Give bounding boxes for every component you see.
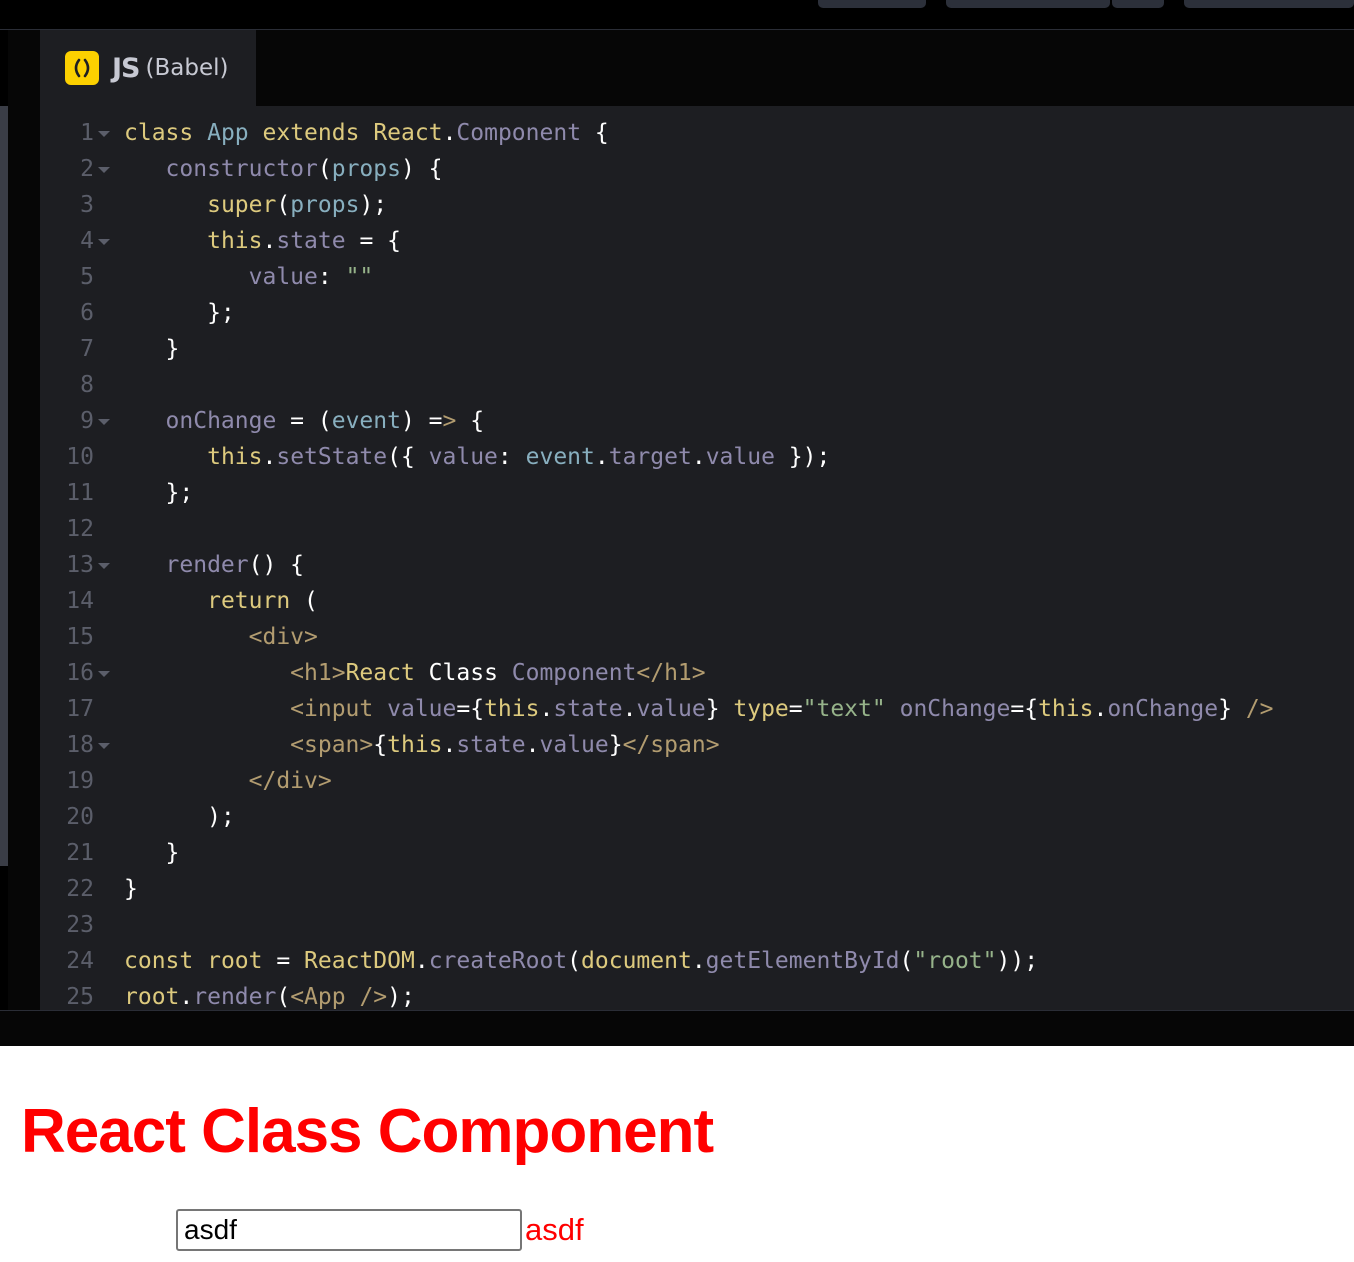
code-line[interactable]: 4 this.state = {	[40, 223, 1354, 259]
code-line[interactable]: 7 }	[40, 331, 1354, 367]
preview-text-input[interactable]	[176, 1209, 522, 1251]
fold-arrow-icon[interactable]	[98, 239, 110, 245]
line-number: 11	[66, 480, 94, 506]
code-line[interactable]: 14 return (	[40, 583, 1354, 619]
toolbar-button[interactable]	[1184, 0, 1354, 8]
code-line[interactable]: 8	[40, 367, 1354, 403]
code-line[interactable]: 3 super(props);	[40, 187, 1354, 223]
code-text: class App extends React.Component {	[124, 120, 609, 146]
line-number: 8	[80, 372, 94, 398]
line-number: 24	[66, 948, 94, 974]
code-text: );	[124, 804, 235, 830]
code-line[interactable]: 13 render() {	[40, 547, 1354, 583]
code-text: this.setState({ value: event.target.valu…	[207, 444, 831, 470]
line-number: 17	[66, 696, 94, 722]
code-line[interactable]: 23	[40, 907, 1354, 943]
fold-arrow-icon[interactable]	[98, 563, 110, 569]
preview-echo-text: asdf	[525, 1212, 584, 1247]
line-number: 13	[66, 552, 94, 578]
line-number: 23	[66, 912, 94, 938]
code-line[interactable]: 10 this.setState({ value: event.target.v…	[40, 439, 1354, 475]
code-text: }	[124, 840, 180, 866]
code-line[interactable]: 18 <span>{this.state.value}</span>	[40, 727, 1354, 763]
top-toolbar	[0, 0, 1354, 30]
code-text: super(props);	[207, 192, 388, 218]
line-number: 16	[66, 660, 94, 686]
tab-label: JS	[112, 52, 140, 84]
code-text: const root = ReactDOM.createRoot(documen…	[124, 948, 1039, 974]
code-line[interactable]: 22}	[40, 871, 1354, 907]
editor-left-margin	[8, 30, 40, 1010]
code-line[interactable]: 1 class App extends React.Component {	[40, 115, 1354, 151]
line-number: 25	[66, 984, 94, 1010]
code-text: root.render(<App />);	[124, 984, 415, 1010]
editor-tab-bar: JS (Babel)	[40, 30, 1354, 106]
left-resize-handle[interactable]	[0, 106, 8, 866]
code-line[interactable]: 25 root.render(<App />);	[40, 979, 1354, 1010]
code-text: };	[124, 300, 235, 326]
code-line[interactable]: 2 constructor(props) {	[40, 151, 1354, 187]
toolbar-button[interactable]	[946, 0, 1110, 8]
code-text: onChange = (event) => {	[165, 408, 485, 434]
line-number: 14	[66, 588, 94, 614]
tab-sublabel: (Babel)	[145, 55, 229, 81]
line-number: 20	[66, 804, 94, 830]
line-number: 15	[66, 624, 94, 650]
line-number: 12	[66, 516, 94, 542]
line-number: 4	[80, 228, 94, 254]
code-line[interactable]: 16 <h1>React Class Component</h1>	[40, 655, 1354, 691]
code-line[interactable]: 12	[40, 511, 1354, 547]
code-text: <div>	[248, 624, 318, 650]
line-number: 6	[80, 300, 94, 326]
line-number: 19	[66, 768, 94, 794]
code-line[interactable]: 11 };	[40, 475, 1354, 511]
line-number: 1	[80, 120, 94, 146]
code-text: constructor(props) {	[165, 156, 443, 182]
editor-bottom-bar	[0, 1010, 1354, 1047]
code-line[interactable]: 15 <div>	[40, 619, 1354, 655]
line-number: 10	[66, 444, 94, 470]
line-number: 22	[66, 876, 94, 902]
preview-heading: React Class Component	[21, 1097, 714, 1166]
code-text: }	[124, 876, 138, 902]
code-line[interactable]: 6 };	[40, 295, 1354, 331]
fold-arrow-icon[interactable]	[98, 167, 110, 173]
toolbar-button[interactable]	[1112, 0, 1164, 8]
code-text: <h1>React Class Component</h1>	[290, 660, 706, 686]
code-line[interactable]: 21 }	[40, 835, 1354, 871]
code-text: </div>	[248, 768, 332, 794]
code-text: <span>{this.state.value}</span>	[290, 732, 720, 758]
line-number: 5	[80, 264, 94, 290]
code-text: value: ""	[248, 264, 374, 290]
tab-js-babel[interactable]: JS (Babel)	[40, 30, 256, 106]
line-number: 7	[80, 336, 94, 362]
code-line[interactable]: 5 value: ""	[40, 259, 1354, 295]
code-line[interactable]: 9 onChange = (event) => {	[40, 403, 1354, 439]
line-number: 21	[66, 840, 94, 866]
preview-pane: React Class Component asdf	[0, 1046, 1354, 1262]
code-line[interactable]: 19 </div>	[40, 763, 1354, 799]
fold-arrow-icon[interactable]	[98, 671, 110, 677]
line-number: 9	[80, 408, 94, 434]
line-number: 18	[66, 732, 94, 758]
babel-js-icon	[65, 51, 99, 85]
code-text: <input value={this.state.value} type="te…	[290, 696, 1274, 722]
fold-arrow-icon[interactable]	[98, 131, 110, 137]
code-text: return (	[207, 588, 318, 614]
fold-arrow-icon[interactable]	[98, 419, 110, 425]
line-number: 2	[80, 156, 94, 182]
code-text: }	[124, 336, 180, 362]
code-line[interactable]: 24 const root = ReactDOM.createRoot(docum…	[40, 943, 1354, 979]
left-resize-rail[interactable]	[0, 30, 8, 1010]
code-text: };	[124, 480, 194, 506]
code-line[interactable]: 20 );	[40, 799, 1354, 835]
fold-arrow-icon[interactable]	[98, 743, 110, 749]
toolbar-button[interactable]	[818, 0, 926, 8]
code-text: render() {	[165, 552, 305, 578]
code-editor[interactable]: 1 class App extends React.Component { 2 co…	[40, 106, 1354, 1010]
code-text: this.state = {	[207, 228, 401, 254]
line-number: 3	[80, 192, 94, 218]
code-line[interactable]: 17 <input value={this.state.value} type=…	[40, 691, 1354, 727]
